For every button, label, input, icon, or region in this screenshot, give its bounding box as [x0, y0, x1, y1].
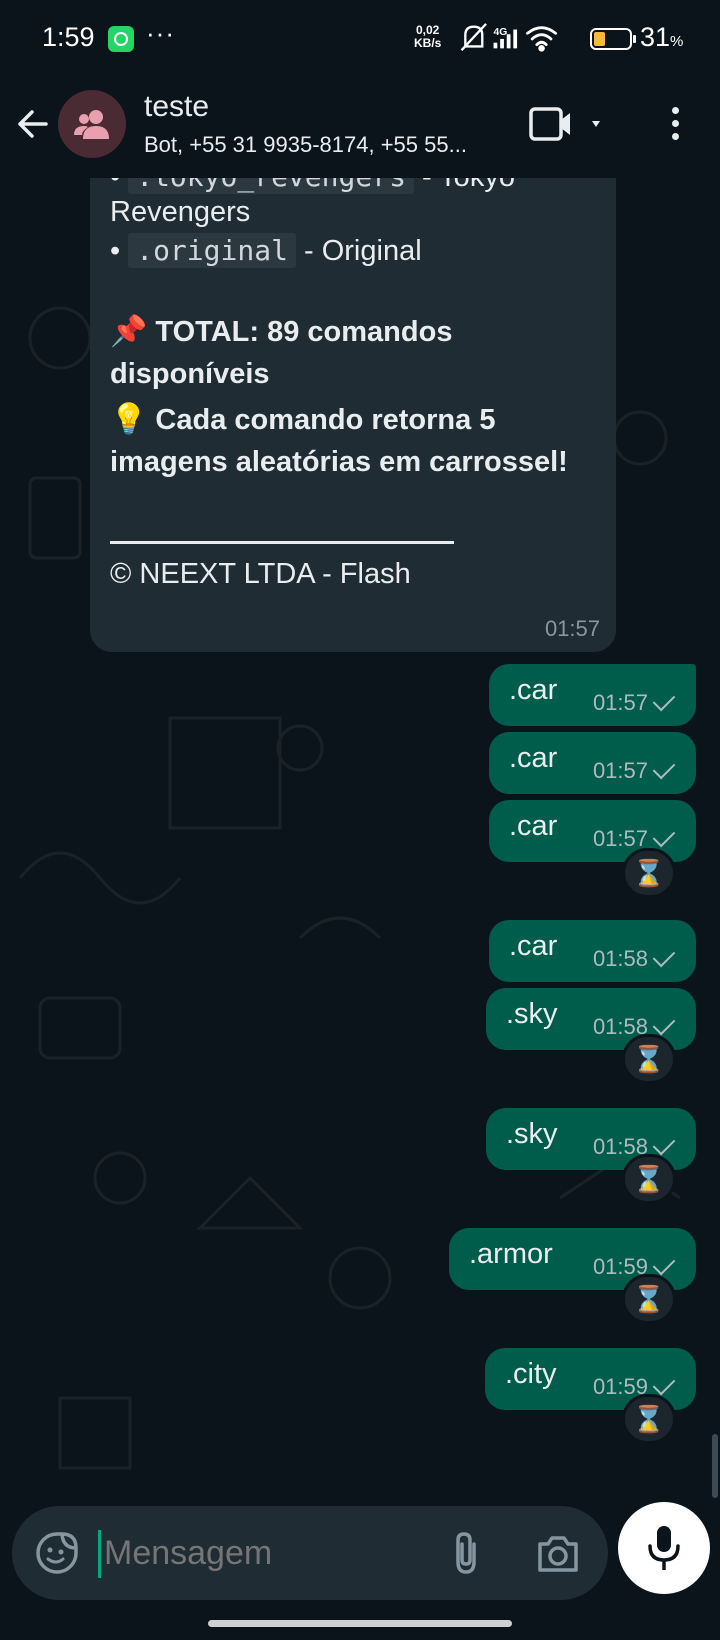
camera-icon[interactable] [536, 1532, 580, 1574]
status-bar: 1:59 ··· 0,02 KB/s 4G 31% [0, 0, 720, 78]
chat-header: teste Bot, +55 31 9935-8174, +55 55... [0, 78, 720, 178]
tip-text: Cada comando retorna 5 [155, 404, 496, 436]
message-list[interactable]: • .tokyo_revengers - Tokyo Revengers • .… [0, 178, 720, 1498]
text-cursor [98, 1530, 101, 1578]
total-text: TOTAL: 89 comandos [155, 316, 453, 348]
sent-check-icon [652, 1372, 676, 1396]
message-input-container[interactable] [12, 1506, 608, 1600]
message-time: 01:57 [544, 616, 600, 641]
message-text: .car [509, 930, 558, 962]
message-text: .armor [469, 1238, 553, 1270]
message-meta: 01:57 [592, 688, 676, 716]
pushpin-icon: 📌 [110, 314, 148, 349]
command-code: .original [128, 233, 296, 268]
outgoing-message[interactable]: .car 01:57 [489, 664, 696, 726]
message-time: 01:57 [592, 826, 648, 851]
message-meta: 01:57 [592, 824, 676, 852]
hourglass-icon[interactable]: ⌛ [622, 1034, 676, 1084]
back-arrow-icon[interactable] [14, 104, 54, 144]
chat-participants[interactable]: Bot, +55 31 9935-8174, +55 55... [144, 132, 494, 158]
message-meta: 01:57 [592, 756, 676, 784]
sent-check-icon [652, 824, 676, 848]
whatsapp-notification-icon [108, 26, 134, 52]
message-text: .car [509, 810, 558, 842]
system-navigation-bar [0, 1608, 720, 1640]
incoming-message[interactable]: • .tokyo_revengers - Tokyo Revengers • .… [90, 178, 616, 652]
wifi-icon [526, 26, 558, 52]
command-item-original: • .original - Original [110, 233, 422, 268]
battery-fill [594, 32, 605, 46]
hourglass-icon[interactable]: ⌛ [622, 1394, 676, 1444]
message-text: .sky [506, 1118, 558, 1150]
group-icon [74, 110, 109, 139]
network-speed: 0,02 KB/s [414, 24, 441, 50]
hourglass-icon[interactable]: ⌛ [622, 1274, 676, 1324]
chevron-down-icon [592, 121, 600, 127]
network-speed-unit: KB/s [414, 36, 442, 50]
attach-icon[interactable] [446, 1530, 486, 1576]
network-type: 4G [494, 27, 508, 38]
battery-percent: 31% [640, 22, 683, 53]
battery-percent-unit: % [670, 33, 684, 50]
video-call-icon[interactable] [528, 104, 608, 146]
message-text: .car [509, 742, 558, 774]
tip-line: 💡 Cada comando retorna 5 [110, 402, 495, 437]
more-notifications-icon: ··· [146, 18, 175, 48]
message-text: .city [505, 1358, 557, 1390]
sent-check-icon [652, 756, 676, 780]
command-label: - Tokyo [414, 178, 515, 193]
bullet: • [110, 235, 121, 267]
status-icons: 4G [460, 23, 558, 52]
message-time: 01:57 [592, 690, 648, 715]
sent-check-icon [652, 1132, 676, 1156]
command-code: .tokyo_revengers [128, 178, 414, 194]
command-label: - Original [295, 235, 422, 267]
divider [110, 541, 454, 544]
message-time: 01:58 [592, 946, 648, 971]
bullet: • [110, 178, 120, 193]
message-text: .car [509, 674, 558, 706]
status-time: 1:59 [42, 22, 95, 52]
lightbulb-icon: 💡 [110, 402, 148, 437]
message-time: 01:57 [592, 758, 648, 783]
scrollbar[interactable] [712, 1434, 718, 1498]
outgoing-message[interactable]: .car 01:57 [489, 732, 696, 794]
message-text: .sky [506, 998, 558, 1030]
sent-check-icon [652, 1012, 676, 1036]
voice-record-button[interactable] [618, 1502, 710, 1594]
mute-icon [460, 23, 487, 52]
command-item-tokyo: • .tokyo_revengers - Tokyo [110, 178, 515, 194]
total-line-continuation: disponíveis [110, 358, 270, 390]
hourglass-icon[interactable]: ⌛ [622, 1154, 676, 1204]
message-input[interactable] [104, 1534, 404, 1573]
sticker-icon[interactable] [32, 1528, 82, 1578]
outgoing-message[interactable]: .car 01:58 [489, 920, 696, 982]
tip-line-continuation: imagens aleatórias em carrossel! [110, 446, 568, 478]
more-vert-icon[interactable] [660, 102, 690, 148]
battery-percent-value: 31 [640, 22, 671, 52]
chat-title[interactable]: teste [144, 90, 209, 124]
composer [0, 1498, 720, 1608]
sent-check-icon [652, 688, 676, 712]
command-label-continuation: Revengers [110, 196, 251, 228]
total-line: 📌 TOTAL: 89 comandos [110, 314, 452, 349]
home-gesture-handle[interactable] [208, 1620, 512, 1627]
message-footer: © NEEXT LTDA - Flash [110, 558, 411, 590]
sent-check-icon [652, 1252, 676, 1276]
sent-check-icon [652, 944, 676, 968]
hourglass-icon[interactable]: ⌛ [622, 848, 676, 898]
mic-icon [648, 1526, 680, 1570]
message-meta: 01:58 [592, 944, 676, 972]
group-avatar[interactable] [58, 90, 126, 158]
battery-icon [590, 28, 636, 50]
